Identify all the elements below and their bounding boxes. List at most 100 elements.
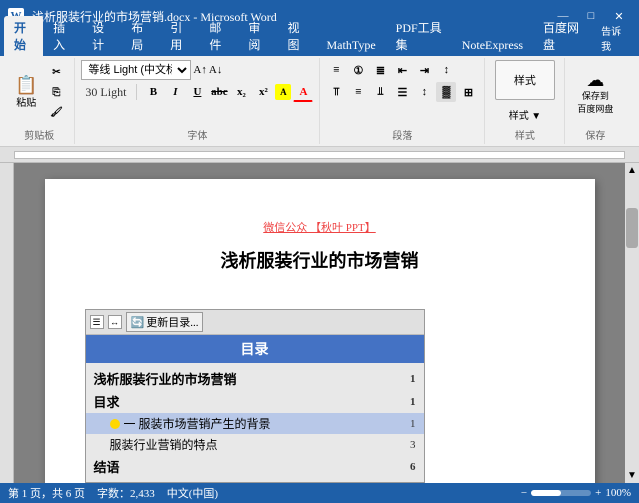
tab-mailings[interactable]: 邮件 [199,16,238,56]
tab-references[interactable]: 引用 [160,16,199,56]
toc-entry-page-3: 3 [396,439,416,451]
paste-label: 粘贴 [16,94,36,109]
indent-less-button[interactable]: ⇤ [392,60,412,80]
font-group-label: 字体 [187,125,207,142]
line-spacing-button[interactable]: ↕ [414,82,434,102]
toc-entry-2[interactable]: 一 服装市场营销产生的背景 1 [86,413,424,434]
paste-button[interactable]: 📋 粘贴 [10,67,42,119]
font-row1: 等线 Light (中文标题) A↑ A↓ [81,60,313,80]
tab-home[interactable]: 开始 [4,16,43,56]
multilevel-button[interactable]: ≣ [370,60,390,80]
toc-entry-text-0: 浅析服装行业的市场营销 [94,369,396,388]
save-group: ☁ 保存到百度网盘 保存 [565,58,625,144]
scroll-down-arrow[interactable]: ▼ [625,468,639,483]
border-button[interactable]: ⊞ [458,82,478,102]
justify-button[interactable]: ☰ [392,82,412,102]
font-family-select[interactable]: 等线 Light (中文标题) [81,60,191,80]
subscript-button[interactable]: x₂ [231,82,251,102]
tab-insert[interactable]: 插入 [43,16,82,56]
italic-button[interactable]: I [165,82,185,102]
save-group-label: 保存 [585,125,605,142]
clipboard-row: 📋 粘贴 ✂ ⎘ 🖌 [10,60,68,125]
align-left-button[interactable]: ⫪ [326,82,346,102]
paste-icon: 📋 [15,76,37,94]
toc-entry-1[interactable]: 目求 1 [86,390,424,413]
update-toc-button[interactable]: 🔄 更新目录... [126,312,204,332]
tab-baidupan[interactable]: 百度网盘 [533,16,591,56]
ribbon-tabs: 开始 插入 设计 布局 引用 邮件 审阅 视图 MathType PDF工具集 … [0,32,639,56]
tab-view[interactable]: 视图 [277,16,316,56]
styles-group-label: 样式 [515,125,535,142]
bold-button[interactable]: B [143,82,163,102]
ribbon-toolbar: 📋 粘贴 ✂ ⎘ 🖌 剪贴板 等线 Light (中文标题) [0,56,639,147]
toc-popup: ☰ ↔ 🔄 更新目录... 目录 浅析服装行业的市场营销 [85,309,425,483]
scroll-thumb[interactable] [626,208,638,248]
watermark: 微信公众 【秋叶 PPT】 [105,219,535,235]
numbering-button[interactable]: ① [348,60,368,80]
bullets-button[interactable]: ≡ [326,60,346,80]
toc-entries: 浅析服装行业的市场营销 1 目求 1 一 服装市场营销产生的背景 1 [86,363,424,482]
zoom-slider[interactable] [531,490,591,496]
format-buttons: B I U abc x₂ x² A A [143,82,313,102]
zoom-in-button[interactable]: + [595,487,601,499]
document-title: 浅析服装行业的市场营销 [105,247,535,273]
font-shrink-btn[interactable]: A↓ [209,64,222,76]
scroll-up-arrow[interactable]: ▲ [625,163,639,178]
clipboard-label: 剪贴板 [24,125,54,142]
zoom-out-button[interactable]: − [521,487,527,499]
save-cloud-button[interactable]: ☁ 保存到百度网盘 [572,67,618,119]
language: 中文(中国) [167,485,218,501]
tab-layout[interactable]: 布局 [121,16,160,56]
copy-button[interactable]: ⎘ [44,84,68,102]
separator [136,84,137,100]
page-info: 第 1 页，共 6 页 [8,485,85,501]
clipboard-group: 📋 粘贴 ✂ ⎘ 🖌 剪贴板 [4,58,75,144]
tab-review[interactable]: 审阅 [238,16,277,56]
word-count: 字数：2,433 [97,485,155,501]
zoom-level: 100% [605,487,631,499]
styles-group: 样式 样式 ▼ 样式 [485,58,565,144]
indent-more-button[interactable]: ⇥ [414,60,434,80]
toc-entry-page-1: 1 [396,396,416,408]
highlight-dot [110,419,120,429]
left-ruler [0,163,14,483]
toc-icon: ☰ [90,315,104,329]
tab-pdf[interactable]: PDF工具集 [386,16,452,56]
format-painter-button[interactable]: 🖌 [44,104,68,122]
tab-design[interactable]: 设计 [82,16,121,56]
cut-button[interactable]: ✂ [44,64,68,82]
shading-button[interactable]: ▓ [436,82,456,102]
document-scroll[interactable]: 微信公众 【秋叶 PPT】 浅析服装行业的市场营销 ☰ ↔ 🔄 更新目录... [14,163,625,483]
vertical-scrollbar: ▲ ▼ [625,163,639,483]
horizontal-ruler [0,147,639,163]
toc-entry-page-2: 1 [396,418,416,430]
content-area: 微信公众 【秋叶 PPT】 浅析服装行业的市场营销 ☰ ↔ 🔄 更新目录... [0,163,639,483]
toc-toolbar: ☰ ↔ 🔄 更新目录... [86,310,424,335]
superscript-button[interactable]: x² [253,82,273,102]
toc-entry-text-4: 结语 [94,457,396,476]
font-row2: 30 Light B I U abc x₂ x² A A [81,82,313,102]
status-bar: 第 1 页，共 6 页 字数：2,433 中文(中国) − + 100% [0,483,639,503]
para-row2: ⫪ ≡ ⫫ ☰ ↕ ▓ ⊞ [326,82,478,102]
align-right-button[interactable]: ⫫ [370,82,390,102]
tab-noteexpress[interactable]: NoteExpress [452,35,533,56]
styles-button[interactable]: 样式 ▼ [504,104,546,125]
tab-tellme[interactable]: 告诉我 [591,20,635,56]
toc-entry-3[interactable]: 服装行业营销的特点 3 [86,434,424,455]
toc-entry-4[interactable]: 结语 6 [86,455,424,478]
toc-entry-page-4: 6 [396,461,416,473]
font-grow-btn[interactable]: A↑ [193,64,206,76]
font-color-button[interactable]: A [293,82,313,102]
styles-gallery-button[interactable]: 样式 [495,60,555,100]
toc-entry-0[interactable]: 浅析服装行业的市场营销 1 [86,367,424,390]
sort-button[interactable]: ↕ [436,60,456,80]
zoom-bar: − + 100% [521,487,631,499]
paragraph-group: ≡ ① ≣ ⇤ ⇥ ↕ ⫪ ≡ ⫫ ☰ ↕ ▓ ⊞ 段落 [320,58,485,144]
underline-button[interactable]: U [187,82,207,102]
strikethrough-button[interactable]: abc [209,82,229,102]
toc-entry-text-1: 目求 [94,392,396,411]
align-center-button[interactable]: ≡ [348,82,368,102]
highlight-button[interactable]: A [275,84,291,100]
tab-mathtype[interactable]: MathType [317,35,386,56]
para-row1: ≡ ① ≣ ⇤ ⇥ ↕ [326,60,478,80]
